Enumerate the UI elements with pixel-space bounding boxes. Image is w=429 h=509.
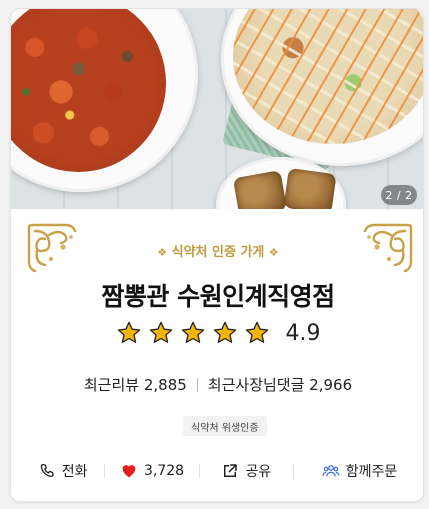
fried-dumpling-image <box>232 170 288 209</box>
star-icon <box>149 321 172 343</box>
store-name: 짬뽕관 수원인계직영점 <box>101 282 335 311</box>
group-order-button[interactable]: 함께주문 <box>294 453 423 489</box>
star-icon <box>117 321 140 343</box>
share-button[interactable]: 공유 <box>200 453 293 489</box>
action-bar: 전화 3,728 공유 함께주문 <box>11 453 423 489</box>
recent-reviews-link[interactable]: 최근리뷰 2,885 <box>84 374 187 395</box>
group-users-icon <box>322 465 340 477</box>
certification-label: ❖ 식약처 인증 가게 ❖ <box>11 241 423 260</box>
review-stats: 최근리뷰 2,885 최근사장님댓글 2,966 <box>11 374 423 395</box>
share-label: 공유 <box>245 464 272 480</box>
heart-icon <box>122 465 136 478</box>
rating: 4.9 <box>11 320 423 346</box>
group-order-label: 함께주문 <box>345 464 398 480</box>
divider <box>196 377 198 392</box>
star-icon <box>181 321 204 343</box>
hygiene-badge: 식약처 위생인증 <box>183 416 267 436</box>
diamond-icon: ❖ <box>157 246 168 259</box>
phone-icon <box>40 463 54 477</box>
store-card: 2 / 2 ❖ 식약처 인증 가게 ❖ 짬뽕관 수원인계직영점 4.9 최근리뷰… <box>10 8 424 502</box>
star-icon <box>245 321 268 343</box>
store-info: ❖ 식약처 인증 가게 ❖ 짬뽕관 수원인계직영점 4.9 최근리뷰 2,885… <box>11 209 423 501</box>
rating-score: 4.9 <box>285 320 321 346</box>
certification-text: 식약처 인증 가게 <box>171 245 265 260</box>
like-count: 3,728 <box>143 463 185 479</box>
like-button[interactable]: 3,728 <box>105 453 198 489</box>
fried-dumpling-image <box>283 167 337 209</box>
owner-replies-link[interactable]: 최근사장님댓글 2,966 <box>208 374 352 395</box>
share-icon <box>224 464 238 477</box>
call-label: 전화 <box>61 464 88 480</box>
star-icon <box>213 321 236 343</box>
photo-page-counter: 2 / 2 <box>381 185 417 205</box>
call-button[interactable]: 전화 <box>11 453 104 489</box>
diamond-icon: ❖ <box>268 246 279 259</box>
store-photo-carousel[interactable]: 2 / 2 <box>11 9 423 209</box>
